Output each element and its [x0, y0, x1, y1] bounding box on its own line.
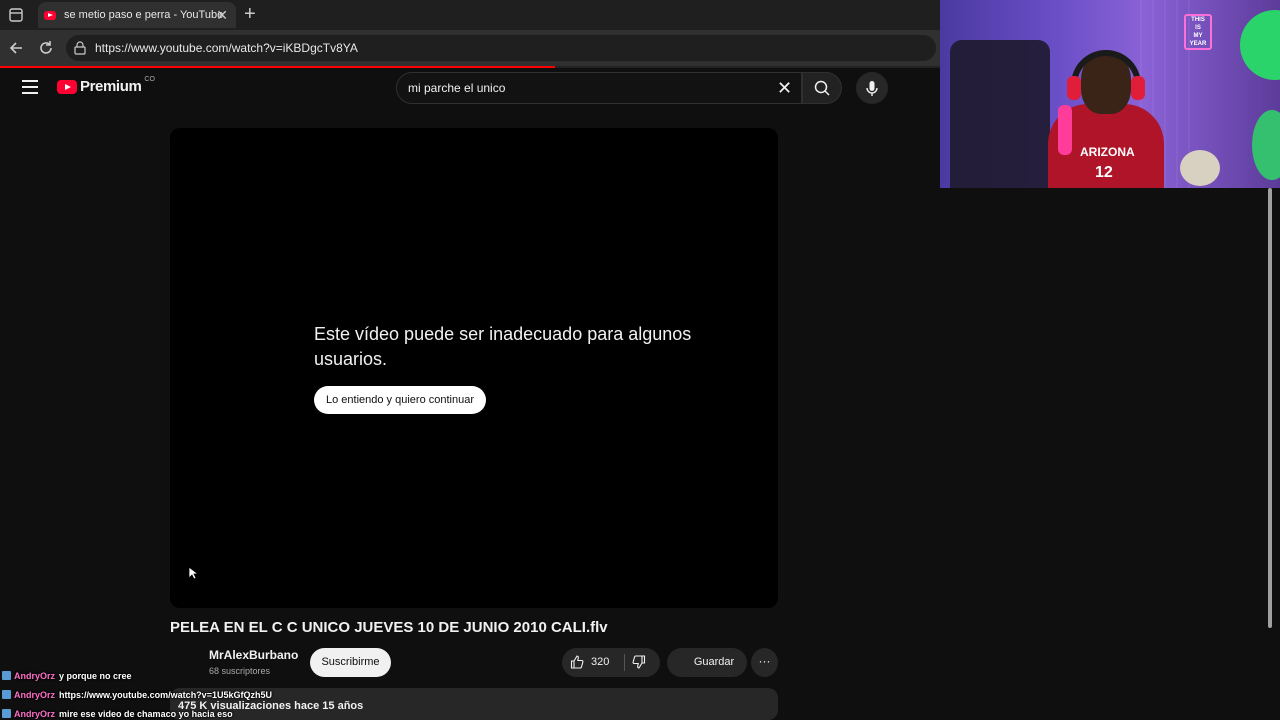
chat-message: AndryOrz y porque no cree	[2, 666, 322, 685]
headset-earcup	[1131, 76, 1145, 100]
neon-sign: THIS IS MY YEAR	[1184, 14, 1212, 50]
search-icon	[814, 80, 830, 96]
url-field[interactable]: https://www.youtube.com/watch?v=iKBDgcTv…	[66, 35, 936, 61]
green-balloon	[1240, 10, 1280, 80]
like-icon[interactable]	[570, 655, 584, 669]
microphone-icon	[866, 81, 878, 96]
save-button[interactable]: Guardar	[667, 648, 747, 677]
tab-actions-icon[interactable]	[8, 7, 24, 23]
video-player[interactable]: Este vídeo puede ser inadecuado para alg…	[170, 128, 778, 608]
search-button[interactable]	[802, 72, 842, 104]
chat-message: AndryOrz https://www.youtube.com/watch?v…	[2, 685, 322, 704]
screen: se metio paso e perra - YouTube ✕ + http…	[0, 0, 1280, 720]
menu-icon[interactable]	[22, 80, 38, 94]
site-info-icon[interactable]	[74, 41, 86, 55]
microphone-prop	[1058, 105, 1072, 155]
chat-badge-icon	[2, 690, 11, 699]
clear-search-icon[interactable]: ✕	[777, 79, 792, 97]
jersey-number: 12	[1095, 164, 1113, 181]
headset-earcup	[1067, 76, 1081, 100]
tab-title: se metio paso e perra - YouTube	[64, 9, 224, 21]
like-divider	[624, 654, 625, 671]
tab-close-icon[interactable]: ✕	[216, 7, 228, 24]
chat-badge-icon	[2, 709, 11, 718]
back-arrow-icon[interactable]	[8, 39, 26, 57]
page-load-progress	[0, 66, 940, 68]
logo-region: CO	[144, 76, 155, 83]
youtube-play-icon	[57, 79, 77, 94]
like-count: 320	[591, 656, 610, 668]
dislike-icon[interactable]	[632, 655, 646, 669]
browser-tab-bar: se metio paso e perra - YouTube ✕ +	[0, 0, 940, 30]
green-balloon	[1252, 110, 1280, 180]
browser-tab[interactable]: se metio paso e perra - YouTube ✕	[38, 2, 236, 28]
page-load-progress-fill	[0, 66, 555, 68]
jersey-text: ARIZONA	[1080, 145, 1135, 159]
like-dislike-group: 320	[562, 648, 660, 677]
address-bar-row: https://www.youtube.com/watch?v=iKBDgcTv…	[0, 30, 940, 66]
chat-text: y porque no cree	[59, 670, 132, 681]
more-actions-button[interactable]: ···	[751, 648, 778, 677]
search-query: mi parche el unico	[408, 81, 506, 95]
voice-search-button[interactable]	[856, 72, 888, 104]
chat-badge-icon	[2, 671, 11, 680]
channel-name[interactable]: MrAlexBurbano	[209, 648, 298, 662]
subscribe-button[interactable]: Suscribirme	[310, 648, 391, 677]
gaming-chair	[950, 40, 1050, 188]
youtube-favicon-icon	[44, 10, 56, 20]
youtube-premium-logo[interactable]: Premium CO	[57, 76, 155, 95]
search-input[interactable]: mi parche el unico ✕	[396, 72, 802, 104]
scrollbar-thumb[interactable]	[1268, 188, 1272, 628]
chat-username: AndryOrz	[14, 708, 56, 719]
chat-text: https://www.youtube.com/watch?v=1U5kGfQz…	[59, 689, 272, 700]
new-tab-button[interactable]: +	[244, 3, 256, 26]
url-text: https://www.youtube.com/watch?v=iKBDgcTv…	[95, 41, 358, 55]
chat-message: AndryOrz mire ese video de chamaco yo ha…	[2, 704, 322, 720]
plush-toy	[1180, 150, 1220, 186]
chat-text: mire ese video de chamaco yo hacia eso	[59, 708, 233, 719]
reload-icon[interactable]	[37, 39, 55, 57]
logo-text: Premium	[80, 78, 142, 95]
mouse-cursor-icon	[188, 566, 198, 580]
content-warning-text: Este vídeo puede ser inadecuado para alg…	[314, 324, 692, 369]
stream-chat-overlay: AndryOrz y porque no cree AndryOrz https…	[2, 666, 322, 720]
chat-username: AndryOrz	[14, 689, 56, 700]
chat-username: AndryOrz	[14, 670, 56, 681]
continue-button[interactable]: Lo entiendo y quiero continuar	[314, 386, 486, 414]
webcam-overlay: THIS IS MY YEAR ARIZONA 12	[940, 0, 1280, 188]
video-title: PELEA EN EL C C UNICO JUEVES 10 DE JUNIO…	[170, 619, 608, 636]
